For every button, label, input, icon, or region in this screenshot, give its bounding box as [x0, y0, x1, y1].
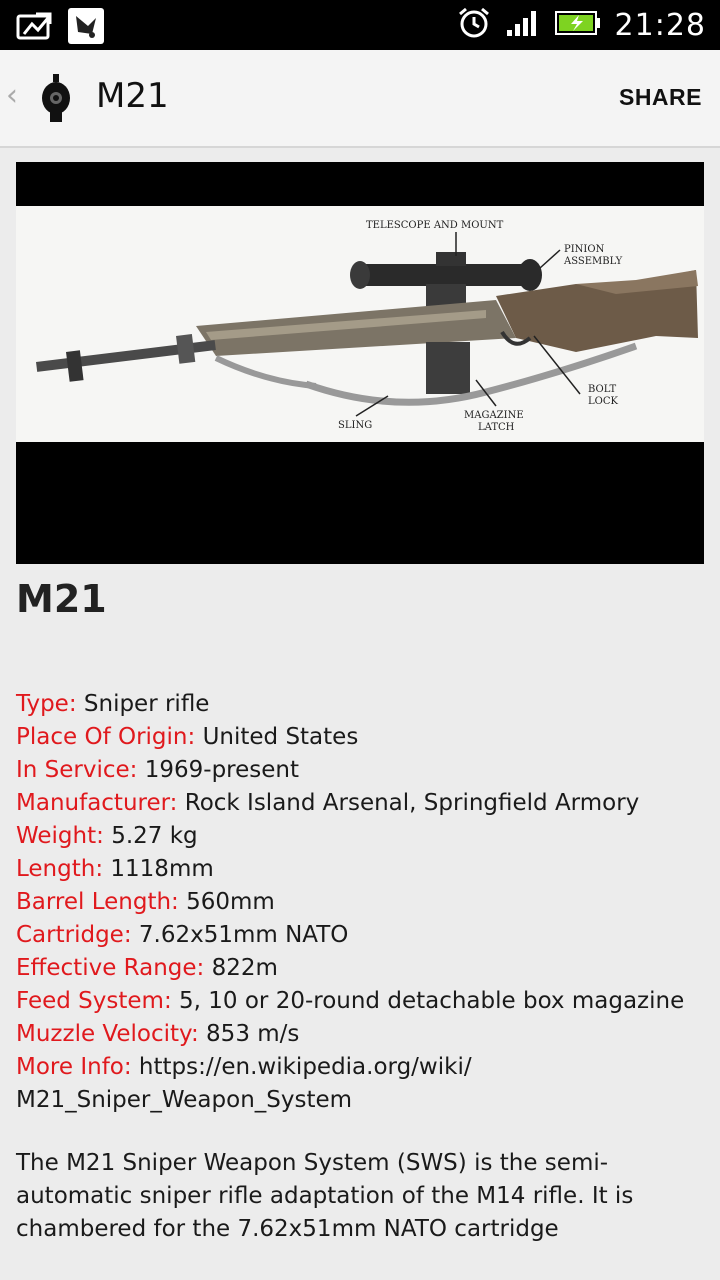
spec-row: Muzzle Velocity: 853 m/s [16, 1018, 706, 1051]
spec-row[interactable]: More Info: https://en.wikipedia.org/wiki… [16, 1051, 706, 1117]
clock: 21:28 [614, 7, 706, 43]
spec-row: Cartridge: 7.62x51mm NATO [16, 919, 706, 952]
spec-key: In Service: [16, 757, 138, 783]
spec-value: 1118mm [110, 856, 214, 882]
spec-key: Place Of Origin: [16, 724, 196, 750]
spec-row: Feed System: 5, 10 or 20-round detachabl… [16, 985, 706, 1018]
spec-value: 5, 10 or 20-round detachable box magazin… [179, 988, 685, 1014]
spec-row: Effective Range: 822m [16, 952, 706, 985]
label-magazine: MAGAZINE [464, 410, 524, 421]
label-sling: SLING [338, 420, 372, 431]
alarm-icon [457, 6, 491, 44]
spec-value: 560mm [186, 889, 275, 915]
image-notification-icon [16, 10, 54, 46]
status-bar: 21:28 [0, 0, 720, 50]
spec-key: Cartridge: [16, 922, 132, 948]
spec-value: Rock Island Arsenal, Springfield Armory [184, 790, 640, 816]
spec-value: United States [202, 724, 359, 750]
battery-charging-icon [554, 9, 601, 41]
spec-value: 822m [211, 955, 278, 981]
spec-value: 1969-present [144, 757, 300, 783]
signal-icon [505, 8, 541, 42]
spec-row: Weight: 5.27 kg [16, 820, 706, 853]
share-button[interactable]: SHARE [619, 84, 702, 111]
page-title: M21 [96, 76, 169, 116]
label-lock: LOCK [588, 396, 618, 407]
weapon-image: TELESCOPE AND MOUNT PINION ASSEMBLY BOLT… [16, 162, 704, 564]
gun-muzzle-icon[interactable] [38, 74, 74, 122]
spec-key: Manufacturer: [16, 790, 178, 816]
label-telescope: TELESCOPE AND MOUNT [366, 220, 504, 231]
action-bar: ‹ M21 SHARE [0, 50, 720, 148]
rifle-diagram: TELESCOPE AND MOUNT PINION ASSEMBLY BOLT… [16, 206, 704, 442]
spec-value: Sniper rifle [83, 691, 210, 717]
spec-key: More Info: [16, 1054, 132, 1080]
spec-value: 7.62x51mm NATO [138, 922, 349, 948]
spec-row: Place Of Origin: United States [16, 721, 706, 754]
spec-row: Barrel Length: 560mm [16, 886, 706, 919]
spec-row: In Service: 1969-present [16, 754, 706, 787]
spec-key: Muzzle Velocity: [16, 1021, 199, 1047]
spec-row: Manufacturer: Rock Island Arsenal, Sprin… [16, 787, 706, 820]
label-assembly: ASSEMBLY [563, 256, 623, 267]
weapon-name: M21 [16, 577, 107, 621]
label-bolt: BOLT [588, 384, 617, 395]
spec-value: 853 m/s [206, 1021, 300, 1047]
label-latch: LATCH [478, 422, 515, 433]
spec-key: Type: [16, 691, 77, 717]
spec-key: Feed System: [16, 988, 172, 1014]
content: TELESCOPE AND MOUNT PINION ASSEMBLY BOLT… [16, 162, 706, 1246]
spec-key: Length: [16, 856, 104, 882]
feather-app-icon [68, 8, 104, 48]
weapon-description: The M21 Sniper Weapon System (SWS) is th… [16, 1150, 634, 1242]
spec-key: Effective Range: [16, 955, 205, 981]
back-chevron-icon[interactable]: ‹ [6, 78, 18, 113]
spec-value: 5.27 kg [111, 823, 198, 849]
spec-key: Weight: [16, 823, 104, 849]
label-pinion: PINION [564, 244, 605, 255]
spec-list: Type: Sniper rifle Place Of Origin: Unite… [16, 688, 706, 1117]
spec-key: Barrel Length: [16, 889, 179, 915]
spec-row: Length: 1118mm [16, 853, 706, 886]
spec-row: Type: Sniper rifle [16, 688, 706, 721]
